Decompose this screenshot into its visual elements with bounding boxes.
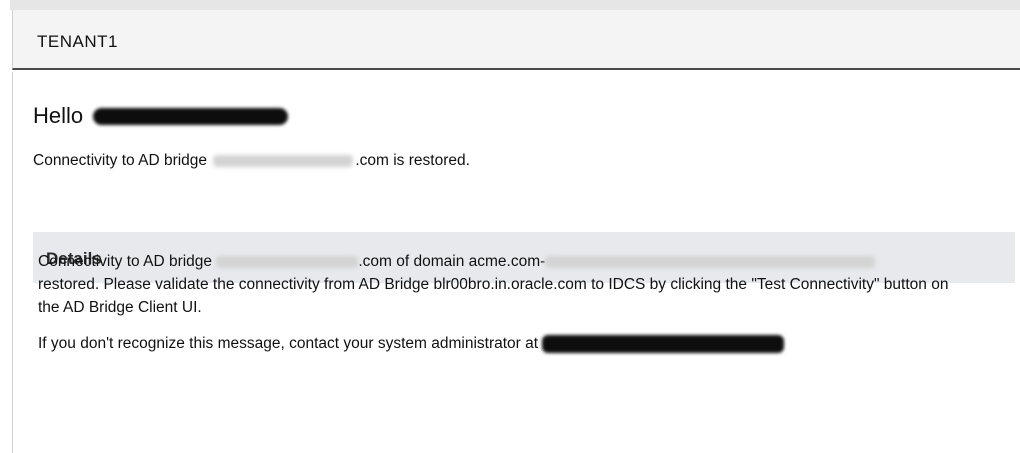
details-para1-rest: restored. Please validate the connectivi… xyxy=(38,276,949,316)
redacted-host xyxy=(213,155,354,167)
tenant-header: TENANT1 xyxy=(12,10,1020,70)
greeting: Hello xyxy=(33,103,289,129)
status-prefix: Connectivity to AD bridge xyxy=(33,152,212,169)
redacted-host-2 xyxy=(216,255,359,268)
details-para1-mid: .com of domain acme.com- xyxy=(358,253,546,270)
tenant-name: TENANT1 xyxy=(37,32,118,51)
redacted-username xyxy=(93,107,289,125)
redacted-domain-id xyxy=(545,255,876,268)
details-body: Connectivity to AD bridge .com of domain… xyxy=(38,250,958,368)
details-para2-prefix: If you don't recognize this message, con… xyxy=(38,335,543,352)
details-paragraph-2: If you don't recognize this message, con… xyxy=(38,332,958,355)
details-paragraph-1: Connectivity to AD bridge .com of domain… xyxy=(38,250,958,319)
details-para1-prefix: Connectivity to AD bridge xyxy=(38,253,217,270)
redacted-admin-email xyxy=(542,334,785,353)
top-border xyxy=(10,0,1020,10)
status-suffix: .com is restored. xyxy=(355,152,470,169)
greeting-text: Hello xyxy=(33,103,84,128)
status-message: Connectivity to AD bridge .com is restor… xyxy=(33,152,470,170)
email-page: TENANT1 Hello Connectivity to AD bridge … xyxy=(0,0,1020,453)
